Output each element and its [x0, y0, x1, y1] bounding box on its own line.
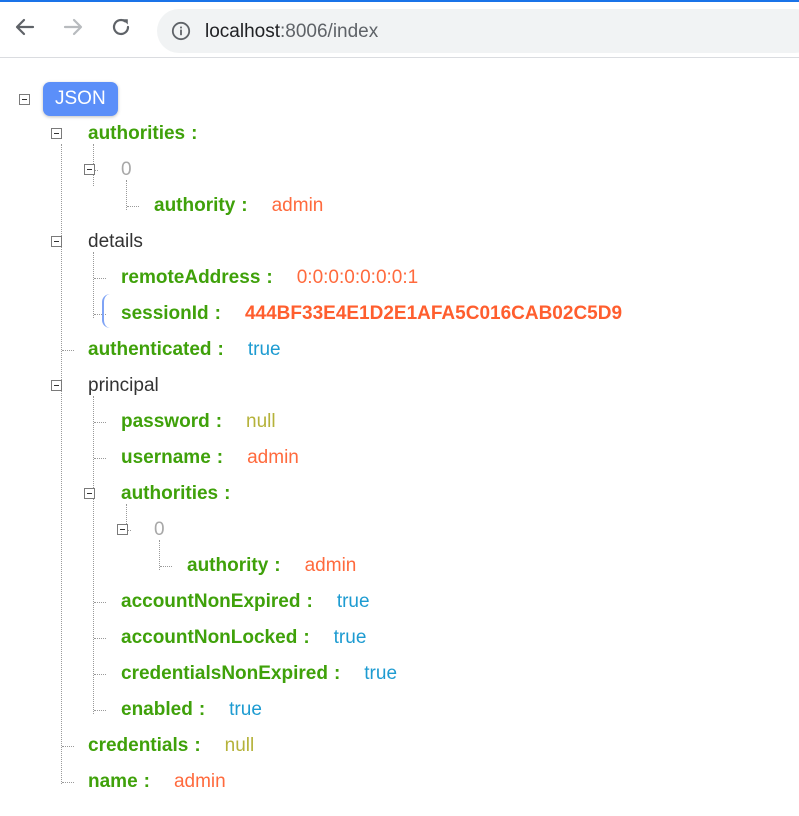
- url-host: localhost: [205, 21, 280, 42]
- json-tree-view: JSON authorities: 0 authority: admin det…: [0, 58, 799, 816]
- tree-guide-principal: [93, 396, 94, 714]
- node-value-null: null: [224, 735, 255, 756]
- node-value-boolean: true: [336, 591, 370, 612]
- node-key: enabled:: [121, 699, 206, 720]
- tree-node-authority[interactable]: authority: admin: [154, 192, 323, 220]
- collapse-toggle-icon[interactable]: [19, 94, 30, 105]
- selection-indicator: [102, 294, 112, 328]
- node-key: authorities:: [88, 123, 198, 144]
- node-value-boolean: true: [247, 339, 281, 360]
- back-arrow-icon: [15, 18, 35, 36]
- tree-node-remoteAddress[interactable]: remoteAddress: 0:0:0:0:0:0:0:1: [121, 264, 418, 292]
- tree-node-name[interactable]: name: admin: [88, 768, 226, 796]
- node-key: principal: [88, 375, 159, 396]
- node-key: authority:: [154, 195, 248, 216]
- reload-icon: [112, 18, 130, 36]
- array-index: 0: [121, 159, 132, 180]
- node-key: accountNonLocked:: [121, 627, 310, 648]
- browser-toolbar: localhost:8006/index: [0, 0, 799, 58]
- node-key: sessionId:: [121, 303, 221, 324]
- node-value-null: null: [246, 411, 276, 432]
- url-path: :8006/index: [280, 21, 379, 42]
- tree-branch: [94, 602, 106, 603]
- forward-button[interactable]: [56, 10, 90, 44]
- tree-branch: [94, 710, 106, 711]
- tree-branch: [94, 638, 106, 639]
- tree-node-username[interactable]: username: admin: [121, 444, 299, 472]
- tree-branch: [62, 746, 74, 747]
- tree-branch: [94, 278, 106, 279]
- node-key: credentialsNonExpired:: [121, 663, 341, 684]
- info-icon[interactable]: [171, 21, 191, 41]
- tree-node-principal[interactable]: principal: [88, 372, 159, 400]
- tree-branch: [94, 458, 106, 459]
- node-value-string: 444BF33E4E1D2E1AFA5C016CAB02C5D9: [244, 303, 623, 324]
- tree-node-enabled[interactable]: enabled: true: [121, 696, 262, 724]
- node-key: details: [88, 231, 143, 252]
- node-value-string: admin: [271, 195, 324, 216]
- node-key: accountNonExpired:: [121, 591, 313, 612]
- node-key: authority:: [187, 555, 281, 576]
- tree-node-principal-authority[interactable]: authority: admin: [187, 552, 356, 580]
- array-index: 0: [154, 519, 165, 540]
- address-bar[interactable]: localhost:8006/index: [157, 9, 799, 53]
- node-value-string: admin: [304, 555, 357, 576]
- node-value-boolean: true: [364, 663, 398, 684]
- node-key: authorities:: [121, 483, 231, 504]
- node-key: password:: [121, 411, 223, 432]
- node-key: name:: [88, 771, 150, 792]
- tree-node-details[interactable]: details: [88, 228, 143, 256]
- tree-branch: [62, 782, 74, 783]
- tree-branch: [160, 566, 172, 567]
- node-value-string: 0:0:0:0:0:0:0:1: [296, 267, 419, 288]
- tree-branch: [127, 206, 139, 207]
- tree-node-accountNonExpired[interactable]: accountNonExpired: true: [121, 588, 370, 616]
- forward-arrow-icon: [63, 18, 83, 36]
- collapse-toggle-icon[interactable]: [117, 524, 128, 535]
- node-value-boolean: true: [229, 699, 262, 720]
- node-key: remoteAddress:: [121, 267, 273, 288]
- reload-button[interactable]: [104, 10, 138, 44]
- tree-guide-details: [93, 252, 94, 318]
- tree-node-authorities-0[interactable]: 0: [121, 156, 132, 184]
- collapse-toggle-icon[interactable]: [84, 164, 95, 175]
- collapse-toggle-icon[interactable]: [51, 380, 62, 391]
- collapse-toggle-icon[interactable]: [84, 488, 95, 499]
- tree-branch: [62, 350, 74, 351]
- back-button[interactable]: [8, 10, 42, 44]
- tree-node-principal-authorities[interactable]: authorities:: [121, 480, 230, 508]
- node-value-string: admin: [173, 771, 226, 792]
- tree-node-credentials[interactable]: credentials: null: [88, 732, 254, 760]
- collapse-toggle-icon[interactable]: [51, 128, 62, 139]
- tree-node-authorities[interactable]: authorities:: [88, 120, 197, 148]
- tree-node-authenticated[interactable]: authenticated: true: [88, 336, 281, 364]
- node-key: credentials:: [88, 735, 201, 756]
- tree-node-password[interactable]: password: null: [121, 408, 276, 436]
- tree-branch: [94, 674, 106, 675]
- tree-node-accountNonLocked[interactable]: accountNonLocked: true: [121, 624, 366, 652]
- root-node-badge[interactable]: JSON: [43, 82, 118, 116]
- tree-node-credentialsNonExpired[interactable]: credentialsNonExpired: true: [121, 660, 397, 688]
- tree-branch: [94, 422, 106, 423]
- node-value-string: admin: [247, 447, 299, 468]
- node-value-boolean: true: [333, 627, 367, 648]
- url-text: localhost:8006/index: [205, 21, 378, 43]
- tree-node-principal-authorities-0[interactable]: 0: [154, 516, 165, 544]
- node-key: username:: [121, 447, 224, 468]
- node-key: authenticated:: [88, 339, 224, 360]
- collapse-toggle-icon[interactable]: [51, 236, 62, 247]
- tree-node-sessionId[interactable]: sessionId: 444BF33E4E1D2E1AFA5C016CAB02C…: [121, 300, 622, 328]
